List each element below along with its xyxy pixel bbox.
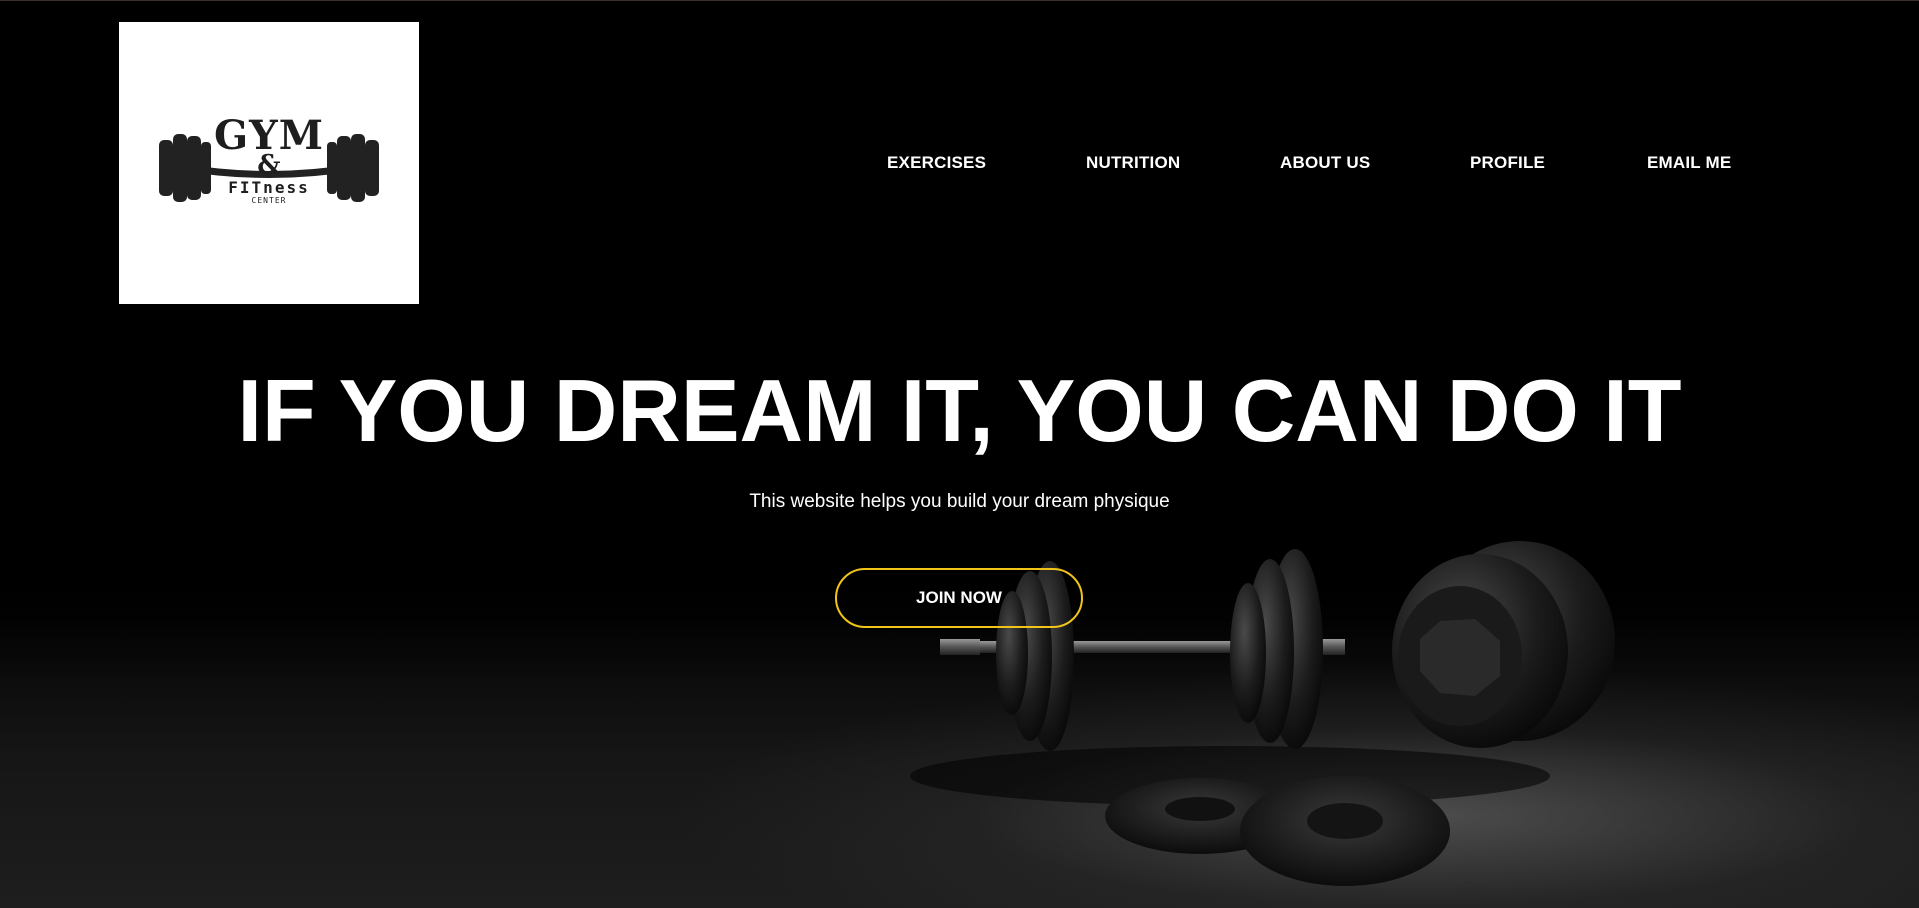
- logo-text-center: CENTER: [251, 196, 287, 205]
- nav-link-profile[interactable]: PROFILE: [1470, 153, 1545, 173]
- nav-link-email-me[interactable]: EMAIL ME: [1647, 153, 1731, 173]
- main-nav: EXERCISES NUTRITION ABOUT US PROFILE EMA…: [0, 153, 1919, 177]
- join-now-button[interactable]: JOIN NOW: [835, 568, 1083, 628]
- logo-text-fitness: FITness: [228, 178, 310, 197]
- nav-link-about-us[interactable]: ABOUT US: [1280, 153, 1370, 173]
- page: GYM & FITness CENTER EXERCISES NUTRITION…: [0, 0, 1919, 908]
- nav-link-exercises[interactable]: EXERCISES: [887, 153, 986, 173]
- hero-title: IF YOU DREAM IT, YOU CAN DO IT: [237, 361, 1682, 460]
- nav-link-nutrition[interactable]: NUTRITION: [1086, 153, 1180, 173]
- hero-subtitle: This website helps you build your dream …: [749, 491, 1170, 512]
